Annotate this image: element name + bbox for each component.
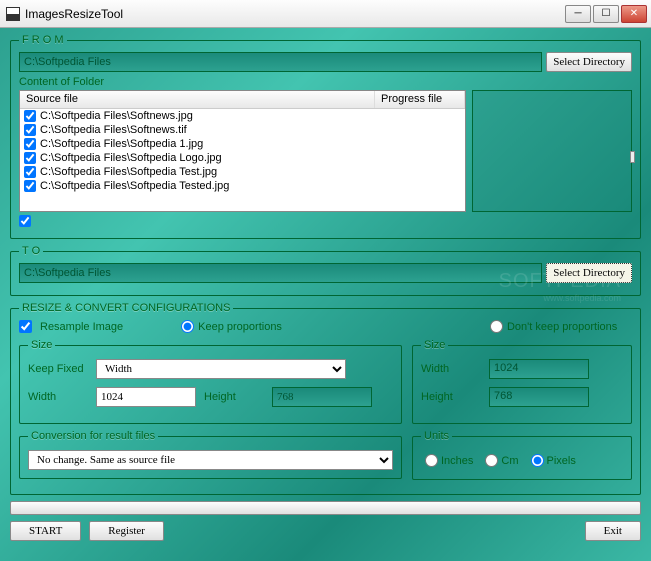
to-select-directory-button[interactable]: Select Directory — [546, 263, 632, 283]
keep-proportions-label: Keep proportions — [198, 321, 282, 333]
exit-button[interactable]: Exit — [585, 521, 641, 541]
dont-keep-proportions-radio[interactable] — [490, 320, 503, 333]
keep-proportions-radio[interactable] — [181, 320, 194, 333]
conversion-select[interactable]: No change. Same as source file — [28, 450, 393, 470]
col-progress-file[interactable]: Progress file — [375, 91, 465, 108]
config-group: RESIZE & CONVERT CONFIGURATIONS Resample… — [10, 302, 641, 495]
width-label: Width — [28, 391, 88, 403]
keep-fixed-select[interactable]: Width — [96, 359, 346, 379]
progress-bar — [10, 501, 641, 515]
file-checkbox[interactable] — [24, 166, 36, 178]
units-group: Units Inches Cm Pixels — [412, 430, 632, 480]
from-select-directory-button[interactable]: Select Directory — [546, 52, 632, 72]
to-path-input[interactable] — [19, 263, 542, 283]
col-source-file[interactable]: Source file — [20, 91, 375, 108]
list-header: Source file Progress file — [20, 91, 465, 109]
file-checkbox[interactable] — [24, 124, 36, 136]
unit-cm-radio[interactable] — [485, 454, 498, 467]
file-checkbox[interactable] — [24, 152, 36, 164]
window-title: ImagesResizeTool — [25, 7, 565, 21]
r-width-value: 1024 — [489, 359, 589, 379]
list-item[interactable]: C:\Softpedia Files\Softnews.jpg — [20, 109, 465, 123]
file-checkbox[interactable] — [24, 110, 36, 122]
start-button[interactable]: START — [10, 521, 81, 541]
r-width-label: Width — [421, 363, 481, 375]
unit-inches-radio[interactable] — [425, 454, 438, 467]
list-item[interactable]: C:\Softpedia Files\Softpedia 1.jpg — [20, 137, 465, 151]
file-checkbox[interactable] — [24, 180, 36, 192]
preview-panel — [472, 90, 632, 212]
to-legend: T O — [19, 245, 43, 257]
r-height-label: Height — [421, 391, 481, 403]
select-all-checkbox[interactable] — [19, 215, 31, 227]
close-button[interactable]: ✕ — [621, 5, 647, 23]
register-button[interactable]: Register — [89, 521, 164, 541]
height-input — [272, 387, 372, 407]
minimize-button[interactable]: ─ — [565, 5, 591, 23]
unit-pixels-radio[interactable] — [531, 454, 544, 467]
list-item[interactable]: C:\Softpedia Files\Softnews.tif — [20, 123, 465, 137]
height-label: Height — [204, 391, 264, 403]
preview-resize-handle[interactable] — [630, 151, 635, 163]
list-item[interactable]: C:\Softpedia Files\Softpedia Logo.jpg — [20, 151, 465, 165]
from-legend: F R O M — [19, 34, 67, 46]
list-item[interactable]: C:\Softpedia Files\Softpedia Test.jpg — [20, 165, 465, 179]
file-list[interactable]: Source file Progress file C:\Softpedia F… — [19, 90, 466, 212]
conversion-group: Conversion for result files No change. S… — [19, 430, 402, 479]
size-right-group: Size Width 1024 Height 768 — [412, 339, 632, 424]
from-group: F R O M Select Directory Content of Fold… — [10, 34, 641, 239]
width-input[interactable] — [96, 387, 196, 407]
size-right-legend: Size — [421, 339, 448, 351]
list-item[interactable]: C:\Softpedia Files\Softpedia Tested.jpg — [20, 179, 465, 193]
resample-checkbox[interactable] — [19, 320, 32, 333]
content-folder-label: Content of Folder — [19, 76, 632, 88]
dont-keep-label: Don't keep proportions — [507, 321, 617, 333]
size-left-group: Size Keep Fixed Width Width Height — [19, 339, 402, 424]
units-legend: Units — [421, 430, 452, 442]
app-icon — [6, 7, 20, 21]
titlebar: ImagesResizeTool ─ ☐ ✕ — [0, 0, 651, 28]
keep-fixed-label: Keep Fixed — [28, 363, 88, 375]
to-group: T O Select Directory — [10, 245, 641, 296]
main-content: F R O M Select Directory Content of Fold… — [0, 28, 651, 561]
config-legend: RESIZE & CONVERT CONFIGURATIONS — [19, 302, 233, 314]
select-all-checkbox-row — [19, 215, 632, 230]
file-checkbox[interactable] — [24, 138, 36, 150]
list-body[interactable]: C:\Softpedia Files\Softnews.jpg C:\Softp… — [20, 109, 465, 213]
maximize-button[interactable]: ☐ — [593, 5, 619, 23]
from-path-input[interactable] — [19, 52, 542, 72]
conversion-legend: Conversion for result files — [28, 430, 158, 442]
size-legend: Size — [28, 339, 55, 351]
resample-label: Resample Image — [40, 321, 123, 333]
r-height-value: 768 — [489, 387, 589, 407]
